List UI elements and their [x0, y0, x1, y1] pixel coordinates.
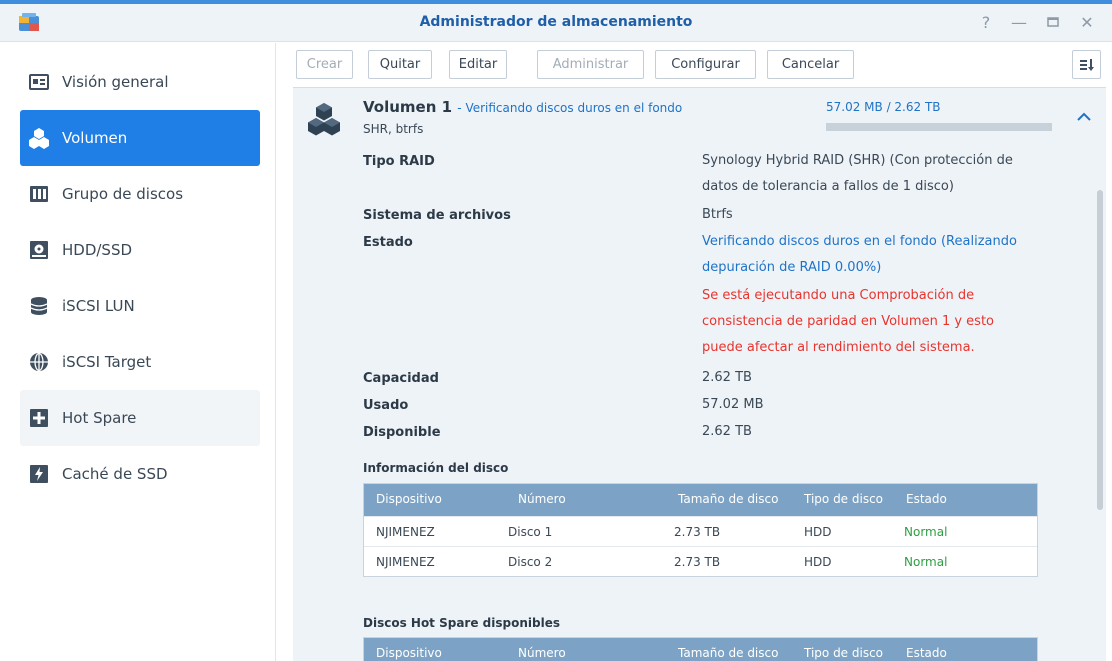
sidebar-item-iscsi-target[interactable]: iSCSI Target [20, 334, 260, 390]
used-label: Usado [363, 398, 409, 413]
size-cell: 2.73 TB [674, 555, 721, 569]
size-cell: 2.73 TB [674, 525, 721, 539]
sidebar-item-label: Caché de SSD [62, 465, 168, 483]
volume-panel: Volumen 1 - Verificando discos duros en … [293, 87, 1106, 661]
disk-group-icon [28, 183, 50, 205]
sidebar-item-grupo-de-discos[interactable]: Grupo de discos [20, 166, 260, 222]
sidebar-item-label: HDD/SSD [62, 241, 133, 259]
table-header: Dispositivo Número Tamaño de disco Tipo … [364, 638, 1037, 661]
window-title: Administrador de almacenamiento [419, 14, 693, 30]
iscsi-target-icon [28, 351, 50, 373]
column-header[interactable]: Tamaño de disco [678, 492, 778, 506]
available-label: Disponible [363, 425, 441, 440]
device-cell: NJIMENEZ [376, 525, 435, 539]
state-value: Verificando discos duros en el fondo (Re… [702, 234, 1017, 275]
raid-type-value: Synology Hybrid RAID (SHR) (Con protecci… [702, 153, 1013, 194]
filesystem-label: Sistema de archivos [363, 208, 511, 223]
column-header[interactable]: Número [518, 646, 566, 660]
usage-text: 57.02 MB / 2.62 TB [826, 100, 941, 114]
status-cell: Normal [904, 555, 948, 569]
editar-button[interactable]: Editar [449, 50, 507, 79]
minimize-icon[interactable]: — [1008, 12, 1030, 34]
help-icon[interactable]: ? [975, 12, 997, 34]
column-header[interactable]: Tipo de disco [804, 646, 883, 660]
volume-title: Volumen 1 - Verificando discos duros en … [363, 98, 682, 116]
type-cell: HDD [804, 525, 832, 539]
sidebar: Visión general Volumen Grupo de discos H… [0, 43, 276, 661]
cancelar-button[interactable]: Cancelar [767, 50, 854, 79]
disk-info-title: Información del disco [363, 461, 509, 475]
sidebar-item-hdd-ssd[interactable]: HDD/SSD [20, 222, 260, 278]
sidebar-item-label: iSCSI LUN [62, 297, 135, 315]
hdd-icon [28, 239, 50, 261]
sort-icon[interactable] [1072, 50, 1101, 79]
column-header[interactable]: Tamaño de disco [678, 646, 778, 660]
scrollbar[interactable] [1097, 190, 1103, 510]
state-warning: Se está ejecutando una Comprobación de c… [702, 288, 994, 355]
capacity-value: 2.62 TB [702, 370, 752, 385]
hot-spare-title: Discos Hot Spare disponibles [363, 616, 560, 630]
configurar-button[interactable]: Configurar [655, 50, 756, 79]
disk-info-table: Dispositivo Número Tamaño de disco Tipo … [363, 483, 1038, 577]
table-row[interactable]: NJIMENEZ Disco 1 2.73 TB HDD Normal [364, 516, 1037, 546]
available-value: 2.62 TB [702, 424, 752, 439]
column-header[interactable]: Estado [906, 646, 947, 660]
usage-bar [826, 123, 1052, 131]
state-label: Estado [363, 235, 413, 250]
table-header: Dispositivo Número Tamaño de disco Tipo … [364, 484, 1037, 516]
volume-icon [28, 127, 50, 149]
crear-button[interactable]: Crear [296, 50, 353, 79]
sidebar-item-label: Visión general [62, 73, 169, 91]
sidebar-item-label: iSCSI Target [62, 353, 152, 371]
ssd-cache-icon [28, 463, 50, 485]
column-header[interactable]: Número [518, 492, 566, 506]
volume-name: Volumen 1 [363, 98, 453, 116]
hot-spare-icon [28, 407, 50, 429]
sidebar-item-label: Hot Spare [62, 409, 137, 427]
collapse-chevron-up-icon[interactable] [1075, 108, 1093, 126]
administrar-button[interactable]: Administrar [537, 50, 644, 79]
sidebar-item-iscsi-lun[interactable]: iSCSI LUN [20, 278, 260, 334]
overview-icon [28, 71, 50, 93]
title-bar: Administrador de almacenamiento ? — ✕ [0, 4, 1112, 42]
quitar-button[interactable]: Quitar [368, 50, 432, 79]
type-cell: HDD [804, 555, 832, 569]
device-cell: NJIMENEZ [376, 555, 435, 569]
column-header[interactable]: Estado [906, 492, 947, 506]
sidebar-item-cache-de-ssd[interactable]: Caché de SSD [20, 446, 260, 502]
number-cell: Disco 1 [508, 525, 553, 539]
number-cell: Disco 2 [508, 555, 553, 569]
volume-status: - Verificando discos duros en el fondo [457, 101, 683, 115]
maximize-icon[interactable] [1042, 12, 1064, 34]
sidebar-item-label: Volumen [62, 129, 128, 147]
sidebar-item-hot-spare[interactable]: Hot Spare [20, 390, 260, 446]
capacity-label: Capacidad [363, 371, 439, 386]
iscsi-lun-icon [28, 295, 50, 317]
hot-spare-table: Dispositivo Número Tamaño de disco Tipo … [363, 637, 1038, 661]
filesystem-value: Btrfs [702, 207, 733, 222]
column-header[interactable]: Dispositivo [376, 646, 442, 660]
sidebar-item-volumen[interactable]: Volumen [20, 110, 260, 166]
table-row[interactable]: NJIMENEZ Disco 2 2.73 TB HDD Normal [364, 546, 1037, 576]
used-value: 57.02 MB [702, 397, 764, 412]
raid-type-label: Tipo RAID [363, 154, 435, 169]
volume-subtitle: SHR, btrfs [363, 122, 424, 136]
sidebar-item-label: Grupo de discos [62, 185, 184, 203]
column-header[interactable]: Dispositivo [376, 492, 442, 506]
status-cell: Normal [904, 525, 948, 539]
volume-icon [307, 102, 341, 138]
toolbar: Crear Quitar Editar Administrar Configur… [277, 43, 1112, 85]
sidebar-item-vision-general[interactable]: Visión general [20, 54, 260, 110]
close-icon[interactable]: ✕ [1076, 12, 1098, 34]
column-header[interactable]: Tipo de disco [804, 492, 883, 506]
